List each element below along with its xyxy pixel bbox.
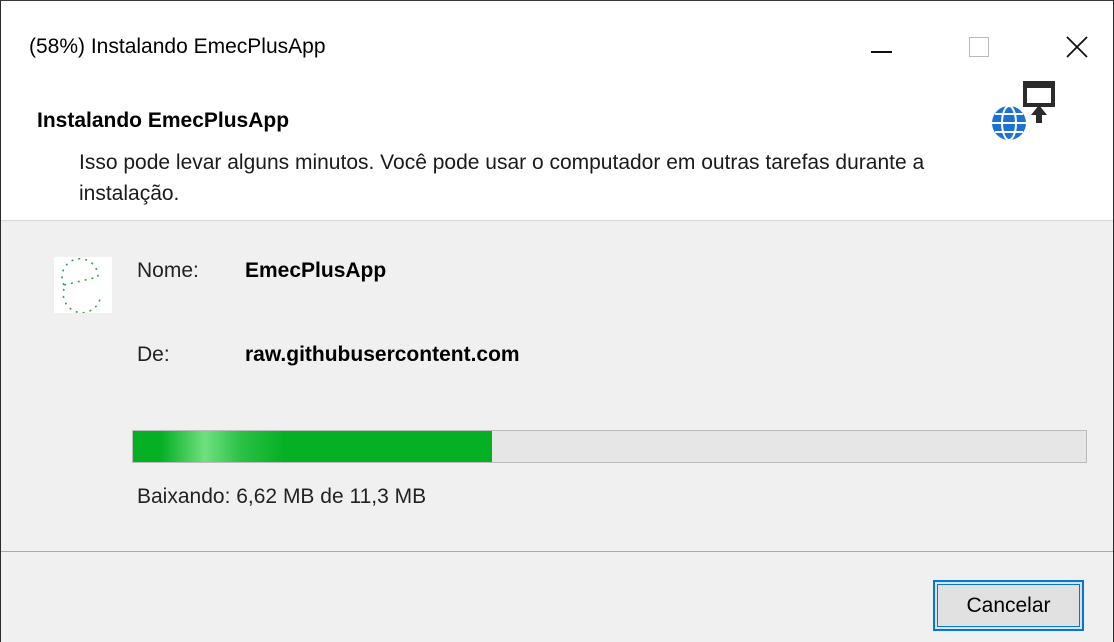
header-panel: Instalando EmecPlusApp Isso pode levar a… [1,81,1113,221]
app-e-icon [54,257,112,313]
close-button[interactable] [1049,21,1105,73]
window-title: (58%) Instalando EmecPlusApp [29,35,326,58]
title-bar: (58%) Instalando EmecPlusApp [1,1,1113,89]
minimize-button[interactable] [853,21,909,73]
name-value: EmecPlusApp [245,259,387,282]
download-status: Baixando: 6,62 MB de 11,3 MB [137,485,427,508]
maximize-button[interactable] [951,21,1007,73]
globe-install-icon [992,81,1055,141]
close-icon [1066,36,1088,58]
progress-bar [132,430,1087,463]
installer-window: (58%) Instalando EmecPlusApp Instalando … [0,0,1114,642]
from-value: raw.githubusercontent.com [245,343,520,366]
content-panel: Nome: EmecPlusApp De: raw.githubusercont… [1,221,1113,551]
header-subtitle: Isso pode levar alguns minutos. Você pod… [79,151,925,205]
maximize-icon [969,37,989,57]
header-title: Instalando EmecPlusApp [37,109,290,132]
progress-bar-fill [133,431,493,462]
name-label: Nome: [137,259,199,282]
from-label: De: [137,343,170,366]
footer-panel: Cancelar [1,551,1113,642]
minimize-icon [870,51,892,53]
cancel-button[interactable]: Cancelar [933,580,1084,631]
